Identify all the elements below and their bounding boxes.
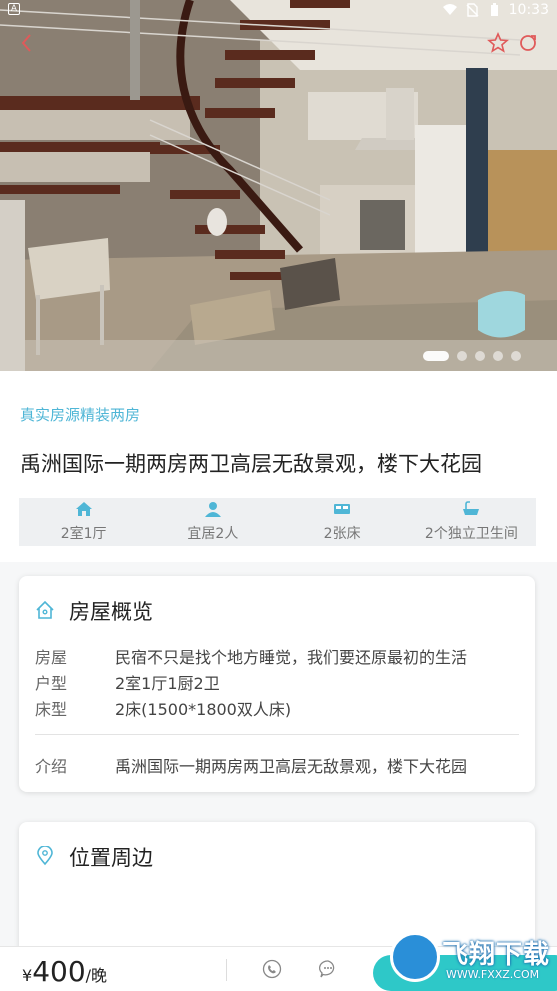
room-photo-illustration — [0, 0, 557, 371]
row-value: 民宿不只是找个地方睡觉，我们要还原最初的生活 — [115, 648, 468, 667]
row-value: 2室1厅1厨2卫 — [115, 674, 220, 693]
bed-icon — [334, 504, 351, 514]
feature-rooms: 2室1厅 — [19, 498, 148, 546]
row-key: 房屋 — [35, 648, 68, 667]
feature-strip: 2室1厅 宜居2人 2张床 2个独立卫生间 — [19, 498, 536, 546]
battery-icon — [490, 3, 498, 16]
row-value: 2床(1500*1800双人床) — [115, 700, 292, 719]
phone-icon[interactable] — [262, 959, 282, 979]
home-outline-icon — [36, 600, 54, 619]
feature-guests: 宜居2人 — [148, 498, 277, 546]
slide-dot-active[interactable] — [423, 351, 449, 361]
row-key: 介绍 — [35, 757, 68, 776]
overview-row-house: 房屋 民宿不只是找个地方睡觉，我们要还原最初的生活 — [35, 644, 467, 668]
price-unit: /晚 — [85, 966, 108, 985]
location-title: 位置周边 — [69, 846, 153, 870]
status-time: 10:33 — [508, 2, 549, 18]
price-display: ¥400/晚 — [22, 955, 107, 988]
bathtub-icon — [463, 501, 480, 515]
bottom-divider — [226, 959, 227, 981]
chat-icon[interactable] — [318, 959, 338, 979]
favorite-star-icon[interactable] — [487, 32, 509, 54]
house-icon — [75, 502, 92, 516]
share-icon[interactable] — [517, 32, 539, 54]
notification-a-icon: A — [8, 3, 20, 15]
feature-bathrooms: 2个独立卫生间 — [407, 498, 536, 546]
slide-indicator — [423, 351, 521, 361]
status-bar: A 10:33 — [0, 0, 557, 20]
wifi-icon — [442, 4, 457, 15]
row-key: 床型 — [35, 700, 68, 719]
feature-label: 2张床 — [323, 526, 361, 542]
watermark: 飞翔下载 WWW.FXXZ.COM — [390, 928, 557, 990]
back-arrow-icon[interactable] — [14, 30, 40, 56]
watermark-url: WWW.FXXZ.COM — [446, 968, 540, 981]
feature-label: 宜居2人 — [187, 526, 239, 542]
slide-dot[interactable] — [475, 351, 485, 361]
listing-tag: 真实房源精装两房 — [20, 406, 141, 424]
location-pin-icon — [37, 846, 53, 866]
price-currency: ¥ — [22, 966, 33, 985]
feature-label: 2室1厅 — [60, 526, 107, 542]
no-sim-icon — [466, 3, 479, 17]
overview-divider — [35, 734, 519, 735]
listing-title: 禹洲国际一期两房两卫高层无敌景观，楼下大花园 — [20, 452, 482, 476]
feature-beds: 2张床 — [278, 498, 407, 546]
listing-header — [0, 371, 557, 506]
overview-title: 房屋概览 — [69, 600, 153, 624]
slide-dot[interactable] — [457, 351, 467, 361]
overview-row-intro: 介绍 禹洲国际一期两房两卫高层无敌景观，楼下大花园 — [35, 753, 467, 777]
row-key: 户型 — [35, 674, 68, 693]
overview-row-layout: 户型 2室1厅1厨2卫 — [35, 670, 220, 694]
overview-card: 房屋概览 房屋 民宿不只是找个地方睡觉，我们要还原最初的生活 户型 2室1厅1厨2卫… — [19, 576, 535, 792]
slide-dot[interactable] — [511, 351, 521, 361]
slide-dot[interactable] — [493, 351, 503, 361]
overview-row-bed: 床型 2床(1500*1800双人床) — [35, 696, 291, 720]
watermark-text: 飞翔下载 — [442, 940, 551, 970]
watermark-logo — [390, 932, 440, 982]
row-value: 禹洲国际一期两房两卫高层无敌景观，楼下大花园 — [115, 757, 468, 776]
people-icon — [204, 502, 221, 517]
hero-photo[interactable] — [0, 0, 557, 371]
feature-label: 2个独立卫生间 — [424, 526, 518, 542]
price-value: 400 — [32, 955, 86, 988]
